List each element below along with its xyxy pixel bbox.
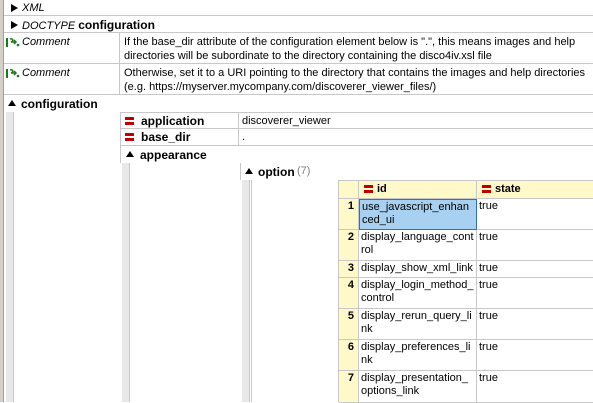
appearance-indent-bar [122,163,130,402]
cell-id[interactable]: use_javascript_enhanced_ui [359,199,477,230]
column-header-state[interactable]: state [477,181,593,199]
appearance-label: appearance [140,148,207,162]
option-count: (7) [297,165,311,177]
row-number[interactable]: 1 [339,199,359,230]
xml-row[interactable]: XML [4,0,593,16]
cell-id[interactable]: display_presentation_options_link [359,371,477,403]
doctype-name: configuration [78,18,155,32]
cell-id[interactable]: display_language_control [359,230,477,261]
attribute-icon [125,133,134,141]
option-element[interactable]: option (7) [240,163,593,180]
column-header-id[interactable]: id [359,181,477,199]
attribute-icon [482,185,491,193]
attribute-name: base_dir [141,130,191,144]
column-header-label: state [495,183,521,195]
comment-label: Comment [22,67,70,79]
collapse-arrow-icon[interactable] [245,168,253,174]
collapse-arrow-icon[interactable] [126,151,134,157]
cell-id[interactable]: display_preferences_link [359,340,477,371]
attribute-row-base-dir[interactable]: base_dir . [120,129,593,146]
cell-id[interactable]: display_login_method_control [359,278,477,309]
row-number[interactable]: 7 [339,371,359,403]
comment-icon [6,38,20,47]
option-label: option [258,165,295,179]
row-number[interactable]: 5 [339,309,359,340]
cell-id[interactable]: display_show_xml_link [359,261,477,278]
doctype-line: DOCTYPE configuration [22,18,155,32]
attribute-icon [125,117,134,125]
cell-state[interactable]: true [477,309,593,340]
row-number[interactable]: 6 [339,340,359,371]
configuration-indent-bar [6,112,14,402]
collapse-arrow-icon[interactable] [8,100,16,106]
comment-text: If the base_dir attribute of the configu… [124,36,576,62]
cell-state[interactable]: true [477,199,593,230]
cell-state[interactable]: true [477,261,593,278]
attribute-value[interactable]: . [242,131,245,143]
cell-state[interactable]: true [477,230,593,261]
doctype-row[interactable]: DOCTYPE configuration [4,16,593,33]
attribute-icon [364,185,373,193]
comment-icon [6,69,20,78]
appearance-element[interactable]: appearance [120,146,593,163]
comment-row[interactable]: Comment Otherwise, set it to a URI point… [4,64,593,95]
expand-arrow-icon[interactable] [11,21,18,29]
configuration-label: configuration [21,97,98,111]
cell-state[interactable]: true [477,278,593,309]
row-number[interactable]: 3 [339,261,359,278]
attribute-name: application [141,114,205,128]
xml-label: XML [22,2,45,14]
row-number[interactable]: 2 [339,230,359,261]
cell-state[interactable]: true [477,371,593,403]
doctype-keyword: DOCTYPE [22,20,76,32]
grid-corner [339,181,359,199]
comment-row[interactable]: Comment If the base_dir attribute of the… [4,33,593,64]
option-grid: id state 1 use_javascript_enhanced_ui tr… [338,180,593,403]
attribute-row-application[interactable]: application discoverer_viewer [120,112,593,129]
column-header-label: id [377,183,387,195]
cell-id[interactable]: display_rerun_query_link [359,309,477,340]
comment-text: Otherwise, set it to a URI pointing to t… [124,67,586,93]
cell-state[interactable]: true [477,340,593,371]
configuration-element[interactable]: configuration [4,95,593,112]
option-indent-bar [242,180,250,402]
comment-label: Comment [22,36,70,48]
attribute-value[interactable]: discoverer_viewer [242,115,331,127]
row-number[interactable]: 4 [339,278,359,309]
expand-arrow-icon[interactable] [11,4,18,12]
